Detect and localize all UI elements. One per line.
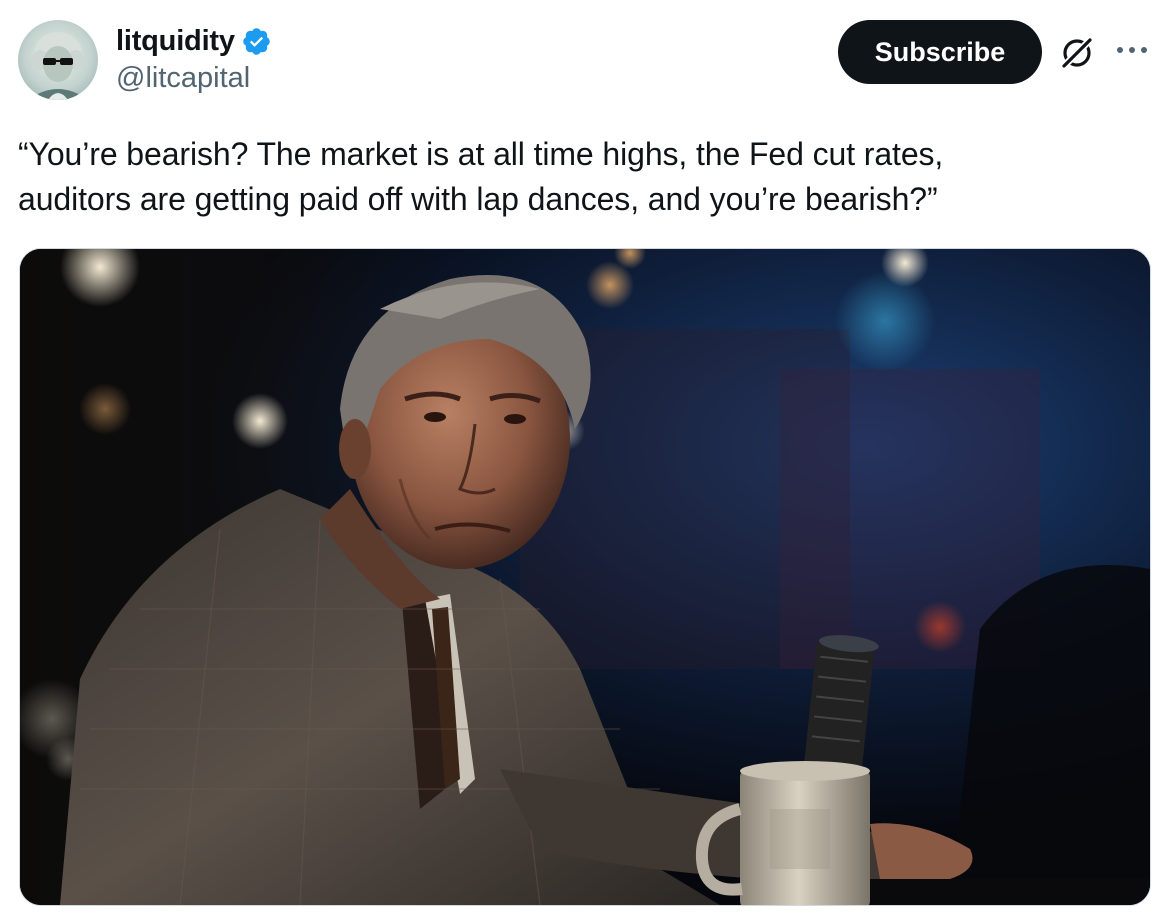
verified-badge-icon[interactable] — [241, 26, 272, 57]
tweet-text-line: auditors are getting paid off with lap d… — [18, 181, 938, 217]
tweet-text-line: “You’re bearish? The market is at all ti… — [18, 136, 944, 172]
display-name[interactable]: litquidity — [116, 25, 235, 58]
grok-icon[interactable] — [1058, 34, 1096, 72]
more-icon[interactable] — [1112, 40, 1152, 60]
avatar-image — [28, 32, 88, 100]
tweet-text: “You’re bearish? The market is at all ti… — [18, 132, 1148, 222]
tweet-card: litquidity @litcapital Subscribe “You’re… — [0, 0, 1168, 924]
name-row: litquidity — [116, 22, 272, 60]
media-image — [20, 249, 1150, 905]
avatar[interactable] — [18, 20, 98, 100]
handle[interactable]: @litcapital — [116, 62, 272, 95]
subscribe-button[interactable]: Subscribe — [838, 20, 1042, 84]
author-info: litquidity @litcapital — [116, 22, 272, 95]
tweet-media[interactable] — [19, 248, 1151, 906]
